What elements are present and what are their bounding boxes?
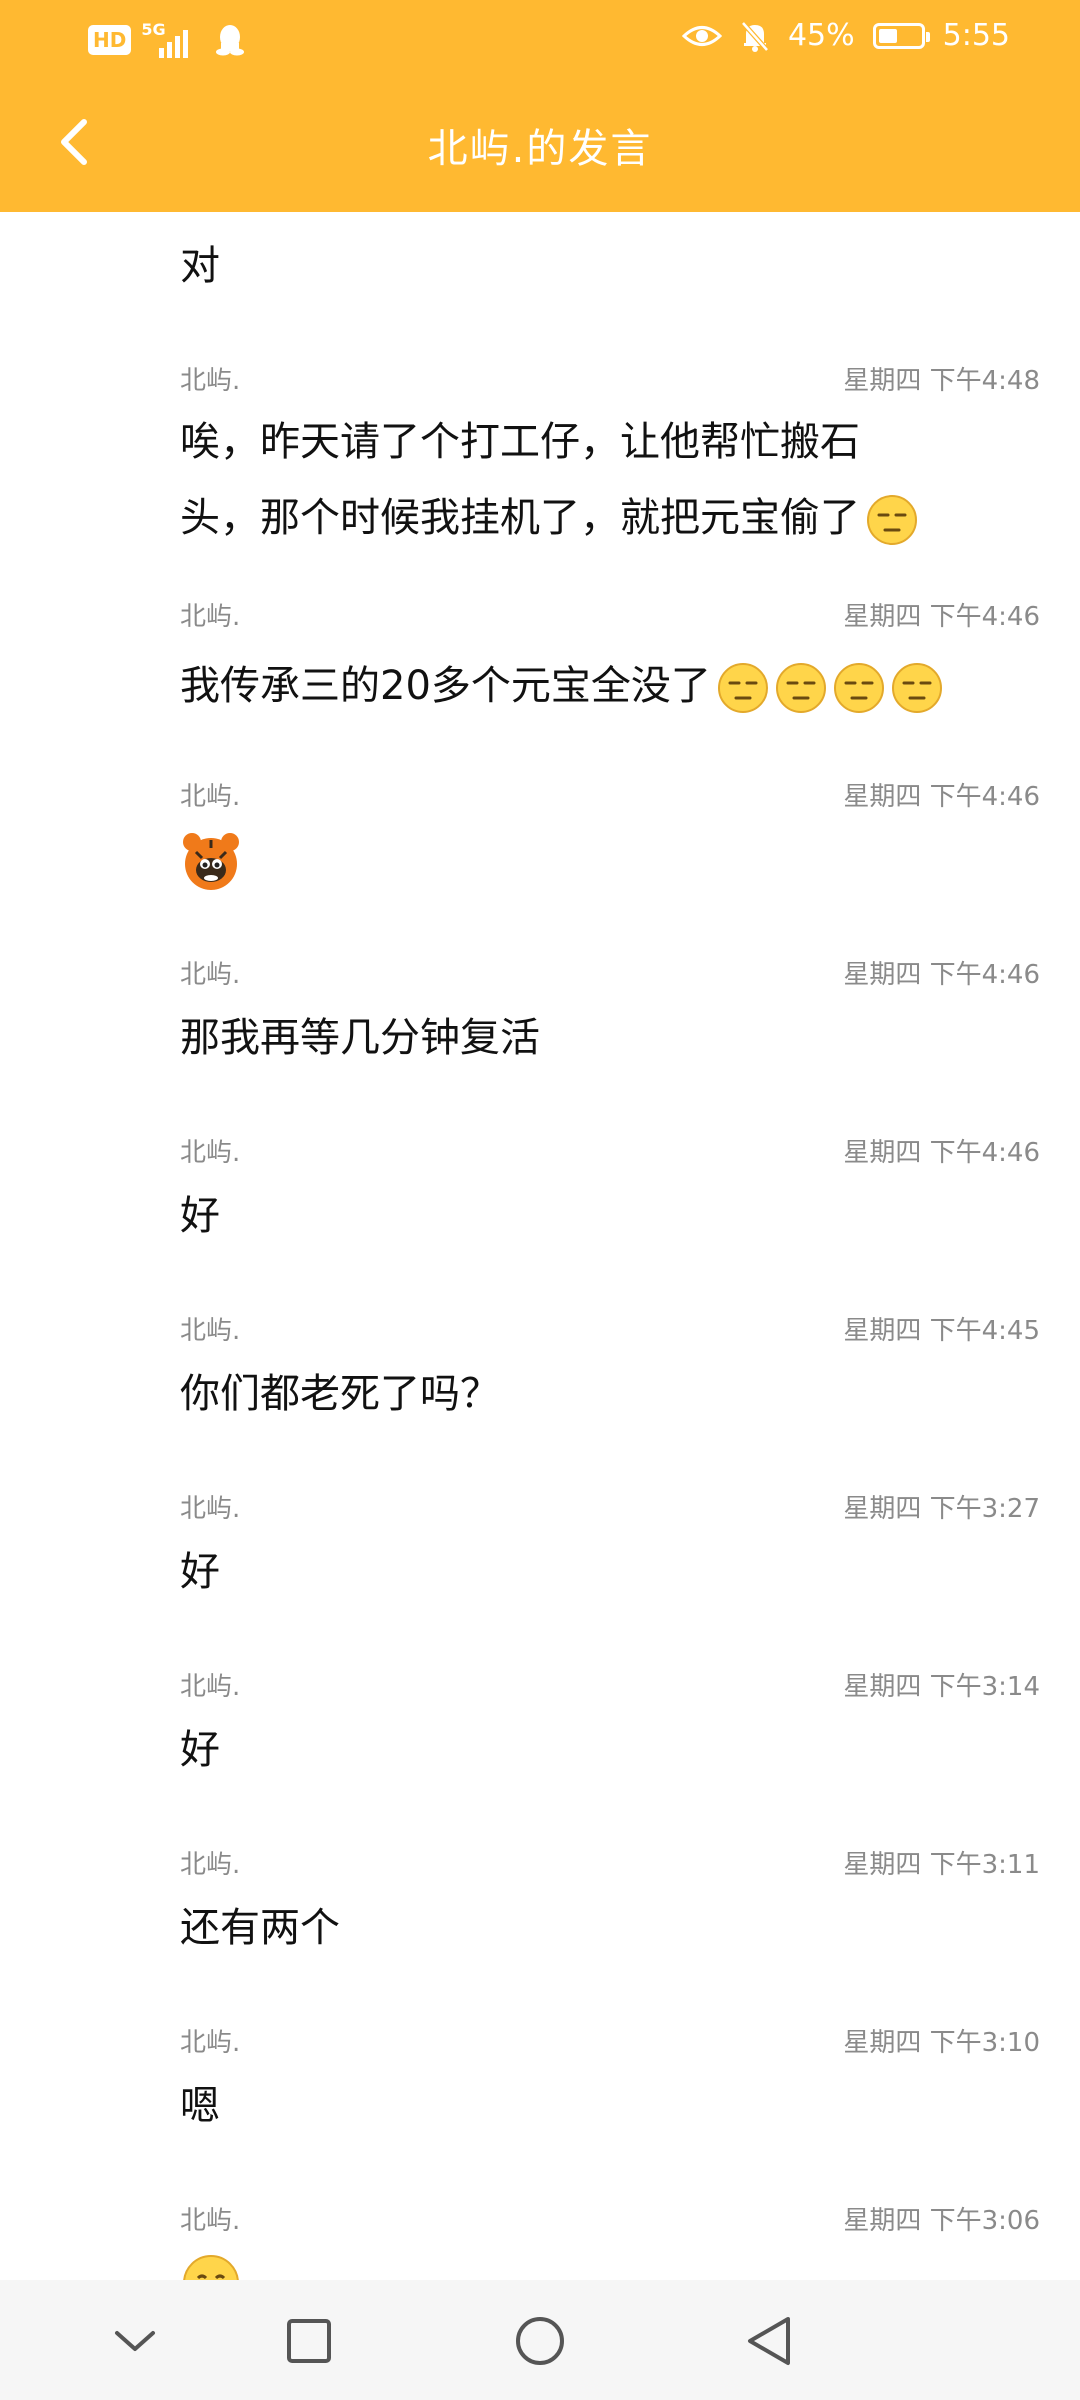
message-text: 嗯 xyxy=(180,2083,220,2129)
smile-face-icon xyxy=(183,2255,239,2280)
sender-name: 北屿. xyxy=(180,1850,241,1880)
battery-fill xyxy=(878,28,897,43)
battery-icon xyxy=(872,22,930,49)
unamused-face-icon xyxy=(775,663,826,713)
unamused-face-icon xyxy=(867,495,917,545)
triangle-back-icon xyxy=(748,2317,790,2365)
message-time: 星期四 下午4:46 xyxy=(843,602,1040,632)
message-time: 星期四 下午4:46 xyxy=(843,782,1040,812)
message-text: 你们都老死了吗？ xyxy=(180,1371,500,1417)
chevron-down-icon xyxy=(115,2331,155,2351)
sender-name: 北屿. xyxy=(180,366,241,396)
message-time: 星期四 下午3:27 xyxy=(843,1494,1040,1524)
message-text: 唉，昨天请了个打工仔，让他帮忙搬石 头，那个时候我挂机了，就把元宝偷了 xyxy=(180,404,1030,556)
message-time: 星期四 下午4:46 xyxy=(843,1138,1040,1168)
message-time: 星期四 下午3:06 xyxy=(843,2206,1040,2236)
sender-name: 北屿. xyxy=(180,782,241,812)
message-time: 星期四 下午4:46 xyxy=(843,960,1040,990)
message-meta: 北屿. 星期四 下午3:10 xyxy=(180,2022,1040,2062)
unamused-face-icon xyxy=(717,663,768,713)
circle-icon xyxy=(516,2317,564,2365)
message-meta: 北屿. 星期四 下午3:14 xyxy=(180,1666,1040,1706)
sender-name: 北屿. xyxy=(180,1494,241,1524)
message-line: 唉，昨天请了个打工仔，让他帮忙搬石 xyxy=(180,419,860,465)
nav-recent-apps-button[interactable] xyxy=(274,2306,344,2376)
page-title: 北屿.的发言 xyxy=(427,126,653,172)
nav-home-button[interactable] xyxy=(505,2306,575,2376)
sender-name: 北屿. xyxy=(180,2028,241,2058)
muted-bell-icon xyxy=(741,20,769,52)
signal-icon: 5G xyxy=(141,20,205,58)
clock: 5:55 xyxy=(942,18,1010,53)
unamused-face-icon xyxy=(833,663,884,713)
unamused-face-icon xyxy=(891,663,942,713)
title-bar: 北屿.的发言 xyxy=(0,90,1080,200)
tiger-sticker-icon xyxy=(183,833,239,890)
sender-name: 北屿. xyxy=(180,1316,241,1346)
message-body: 我传承三的20多个元宝全没了 xyxy=(180,663,711,709)
message-time: 星期四 下午4:45 xyxy=(843,1316,1040,1346)
message-time: 星期四 下午3:10 xyxy=(843,2028,1040,2058)
message-list[interactable]: 对 北屿. 星期四 下午4:48 唉，昨天请了个打工仔，让他帮忙搬石 头，那个时… xyxy=(0,212,1080,2280)
app-header: HD 5G 45% 5:55 北屿.的发言 xyxy=(0,0,1080,212)
message-time: 星期四 下午3:14 xyxy=(843,1672,1040,1702)
message-text: 好 xyxy=(180,1727,220,1773)
message-text: 我传承三的20多个元宝全没了 xyxy=(180,648,1030,724)
battery-percent: 45% xyxy=(787,18,855,53)
sender-name: 北屿. xyxy=(180,1138,241,1168)
nav-collapse-button[interactable] xyxy=(100,2306,170,2376)
message-meta: 北屿. 星期四 下午4:46 xyxy=(180,776,1040,816)
message-text: 好 xyxy=(180,1193,220,1239)
status-right: 45% 5:55 xyxy=(681,18,1010,53)
message-meta: 北屿. 星期四 下午4:48 xyxy=(180,360,1040,400)
message-meta: 北屿. 星期四 下午4:45 xyxy=(180,1310,1040,1350)
message-meta: 北屿. 星期四 下午4:46 xyxy=(180,954,1040,994)
message-meta: 北屿. 星期四 下午3:11 xyxy=(180,1844,1040,1884)
message-line: 头，那个时候我挂机了，就把元宝偷了 xyxy=(180,495,860,541)
message-text: 好 xyxy=(180,1549,220,1595)
hd-badge: HD xyxy=(88,25,132,55)
qq-penguin-icon xyxy=(216,25,245,56)
message-time: 星期四 下午4:48 xyxy=(843,366,1040,396)
message-meta: 北屿. 星期四 下午4:46 xyxy=(180,1132,1040,1172)
message-text: 还有两个 xyxy=(180,1905,340,1951)
square-icon xyxy=(287,2319,331,2363)
nav-back-button[interactable] xyxy=(734,2306,804,2376)
system-nav-bar xyxy=(0,2280,1080,2400)
sender-name: 北屿. xyxy=(180,960,241,990)
eye-icon xyxy=(681,25,722,46)
message-meta: 北屿. 星期四 下午4:46 xyxy=(180,596,1040,636)
status-bar: HD 5G 45% 5:55 xyxy=(0,0,1080,76)
message-time: 星期四 下午3:11 xyxy=(843,1850,1040,1880)
message-text: 对 xyxy=(180,243,220,289)
sender-name: 北屿. xyxy=(180,602,241,632)
message-meta: 北屿. 星期四 下午3:06 xyxy=(180,2200,1040,2240)
sender-name: 北屿. xyxy=(180,1672,241,1702)
sender-name: 北屿. xyxy=(180,2206,241,2236)
message-meta: 北屿. 星期四 下午3:27 xyxy=(180,1488,1040,1528)
message-text: 那我再等几分钟复活 xyxy=(180,1015,540,1061)
status-left: HD 5G xyxy=(88,20,245,58)
message-meta xyxy=(180,212,1040,226)
